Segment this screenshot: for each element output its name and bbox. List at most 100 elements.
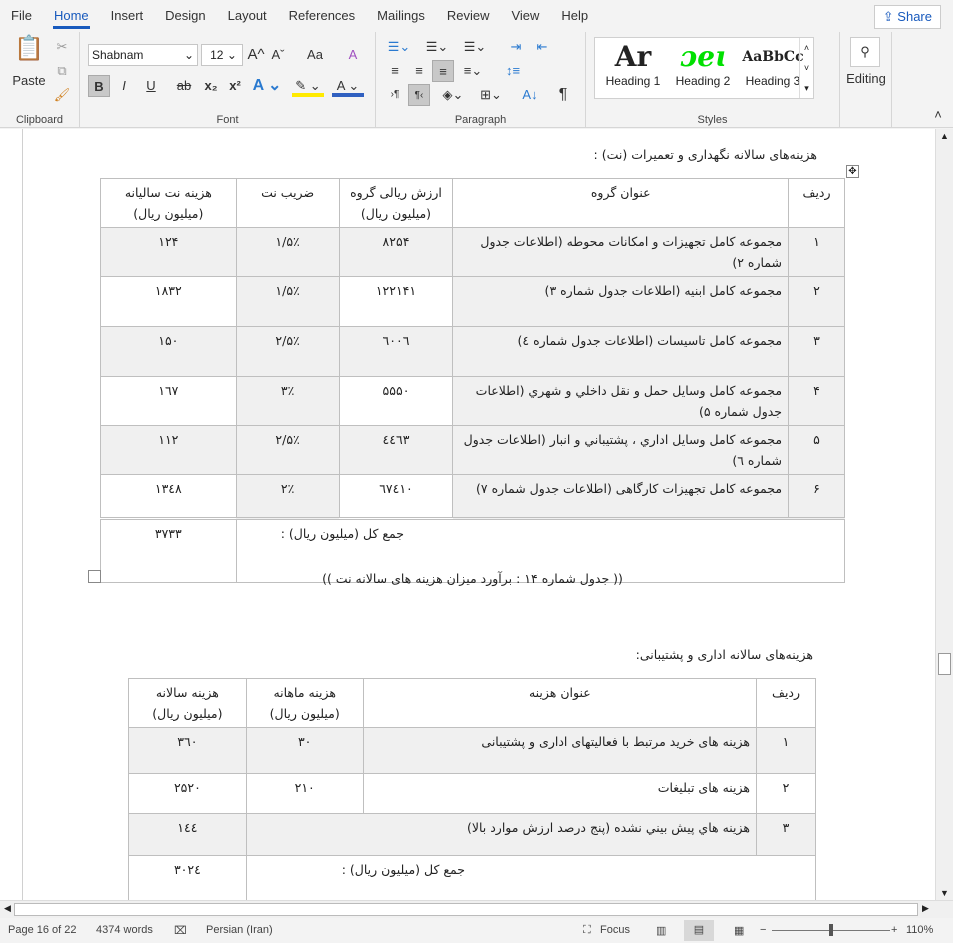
ltr-icon[interactable]: ›¶ — [384, 84, 406, 106]
font-color-icon[interactable]: A ⌄ — [332, 75, 364, 97]
text-effects-icon[interactable]: A ⌄ — [252, 75, 282, 97]
tab-home[interactable]: Home — [43, 0, 100, 32]
total-row: جمع کل (میلیون ریال) : ۳۰۲٤ — [128, 855, 817, 900]
bullets-icon[interactable]: ☰⌄ — [384, 36, 414, 58]
tab-insert[interactable]: Insert — [100, 0, 155, 32]
font-size-select[interactable]: 12 ⌄ — [201, 44, 243, 66]
read-mode-icon[interactable]: ▥ — [656, 924, 666, 937]
focus-button[interactable]: Focus — [600, 924, 630, 936]
shading-icon[interactable]: ◈⌄ — [438, 84, 468, 106]
language[interactable]: Persian (Iran) — [206, 924, 273, 936]
font-size-value: 12 — [210, 48, 224, 62]
document-area[interactable]: هزینه‌های سالانه نگهداری و تعمیرات (نت) … — [0, 129, 935, 900]
grow-font-button[interactable]: A^ — [246, 44, 266, 66]
table-row: ۴ مجموعه کامل وسایل حمل و نقل داخلي و شهر… — [100, 376, 845, 426]
style-name: Heading 3 — [745, 74, 801, 88]
paste-icon[interactable]: 📋 — [14, 37, 44, 68]
editing-group: ⚲ Editing — [840, 32, 892, 128]
proofing-icon[interactable]: ⌧ — [174, 924, 187, 937]
horizontal-scrollbar[interactable]: ◀ ▶ — [0, 900, 953, 918]
print-layout-icon[interactable]: ▤ — [684, 920, 714, 941]
style-heading-3[interactable]: AaBbCc Heading 3 — [739, 40, 807, 88]
line-spacing-icon[interactable]: ↕≡ — [498, 60, 528, 82]
paste-button[interactable]: Paste — [8, 70, 50, 92]
clear-formatting-icon[interactable]: A — [342, 44, 364, 66]
header-cell: عنوان گروه — [452, 178, 790, 228]
scroll-right-icon[interactable]: ▶ — [922, 903, 929, 914]
scroll-up-icon[interactable]: ▲ — [940, 131, 949, 141]
header-cell: ردیف — [788, 178, 845, 228]
ribbon: 📋 Paste ✂ ⧉ 🖌 Clipboard Shabnam ⌄ 12 ⌄ A^… — [0, 32, 953, 128]
page-count[interactable]: Page 16 of 22 — [8, 924, 77, 936]
sort-icon[interactable]: A↓ — [518, 84, 542, 106]
table-move-handle-icon[interactable]: ✥ — [846, 165, 859, 178]
cell: ۱/۵٪ — [235, 227, 340, 277]
tab-view[interactable]: View — [500, 0, 550, 32]
align-left-icon[interactable]: ≡ — [384, 60, 406, 82]
decrease-indent-icon[interactable]: ⇥ — [504, 36, 528, 58]
cell: ۶ — [788, 474, 845, 519]
align-right-icon[interactable]: ≡ — [432, 60, 454, 82]
cell: ٦۰۰٦ — [338, 326, 454, 377]
cell: ۳٦۰ — [128, 727, 247, 774]
zoom-level[interactable]: 110% — [906, 924, 933, 936]
scroll-down-icon[interactable]: ▼ — [940, 888, 949, 898]
style-heading-2[interactable]: ɔeɩ Heading 2 — [669, 40, 737, 88]
underline-button[interactable]: U — [136, 75, 166, 97]
cell: ۲٪ — [235, 474, 340, 519]
share-button[interactable]: ⇪ Share — [873, 5, 941, 29]
scroll-thumb[interactable] — [938, 653, 951, 675]
shrink-font-button[interactable]: Aˇ — [268, 44, 288, 66]
font-name-select[interactable]: Shabnam ⌄ — [88, 44, 198, 66]
tab-mailings[interactable]: Mailings — [366, 0, 436, 32]
word-count[interactable]: 4374 words — [96, 924, 153, 936]
italic-button[interactable]: I — [114, 75, 134, 97]
scroll-left-icon[interactable]: ◀ — [4, 903, 11, 914]
cell: ۱ — [756, 727, 816, 774]
increase-indent-icon[interactable]: ⇤ — [530, 36, 554, 58]
zoom-in-icon[interactable]: + — [891, 924, 897, 936]
editing-button[interactable]: Editing — [840, 68, 892, 90]
change-case-button[interactable]: Aa — [300, 44, 330, 66]
rtl-icon[interactable]: ¶‹ — [408, 84, 430, 106]
tab-layout[interactable]: Layout — [217, 0, 278, 32]
cell: ۱۵۰ — [100, 326, 237, 377]
styles-scroll[interactable]: ˄ ˅ ▾ — [799, 38, 813, 98]
align-center-icon[interactable]: ≡ — [408, 60, 430, 82]
highlight-icon[interactable]: ✎ ⌄ — [292, 75, 324, 97]
strikethrough-button[interactable]: ab — [172, 75, 196, 97]
style-name: Heading 1 — [605, 74, 661, 88]
tab-design[interactable]: Design — [154, 0, 216, 32]
justify-icon[interactable]: ≡⌄ — [458, 60, 488, 82]
format-painter-icon[interactable]: 🖌 — [52, 84, 72, 106]
tab-review[interactable]: Review — [436, 0, 501, 32]
vertical-scrollbar[interactable]: ▲ ▼ — [935, 129, 953, 900]
numbering-icon[interactable]: ☰⌄ — [422, 36, 452, 58]
collapse-ribbon-icon[interactable]: ˄ — [930, 104, 946, 126]
tab-help[interactable]: Help — [550, 0, 599, 32]
cell: ٤٤٦۳ — [338, 425, 454, 475]
tab-file[interactable]: File — [0, 0, 43, 32]
multilevel-list-icon[interactable]: ☰⌄ — [460, 36, 490, 58]
cell: ۳ — [788, 326, 845, 377]
cell: ۱۲۲۱۴۱ — [338, 276, 454, 327]
scroll-thumb[interactable] — [14, 903, 918, 916]
subscript-button[interactable]: x₂ — [200, 75, 222, 97]
table-row: ۲ هزینه های تبلیغات ۲۱۰ ۲۵۲۰ — [128, 773, 816, 814]
style-heading-1[interactable]: Ar Heading 1 — [599, 40, 667, 88]
search-icon[interactable]: ⚲ — [850, 37, 880, 67]
copy-icon[interactable]: ⧉ — [52, 60, 72, 82]
zoom-out-icon[interactable]: − — [760, 924, 766, 936]
cell: ۱٤٤ — [128, 813, 247, 856]
focus-icon[interactable]: ⛶ — [583, 924, 591, 937]
cut-icon[interactable]: ✂ — [52, 36, 72, 58]
superscript-button[interactable]: x² — [224, 75, 246, 97]
bold-button[interactable]: B — [88, 75, 110, 97]
header-cell: ضریب نت — [235, 178, 340, 228]
web-layout-icon[interactable]: ▦ — [734, 924, 744, 937]
tab-references[interactable]: References — [278, 0, 366, 32]
borders-icon[interactable]: ⊞⌄ — [476, 84, 506, 106]
zoom-slider-thumb[interactable] — [829, 924, 833, 936]
share-label: Share — [897, 9, 932, 24]
show-formatting-button[interactable]: ¶ — [552, 84, 574, 106]
